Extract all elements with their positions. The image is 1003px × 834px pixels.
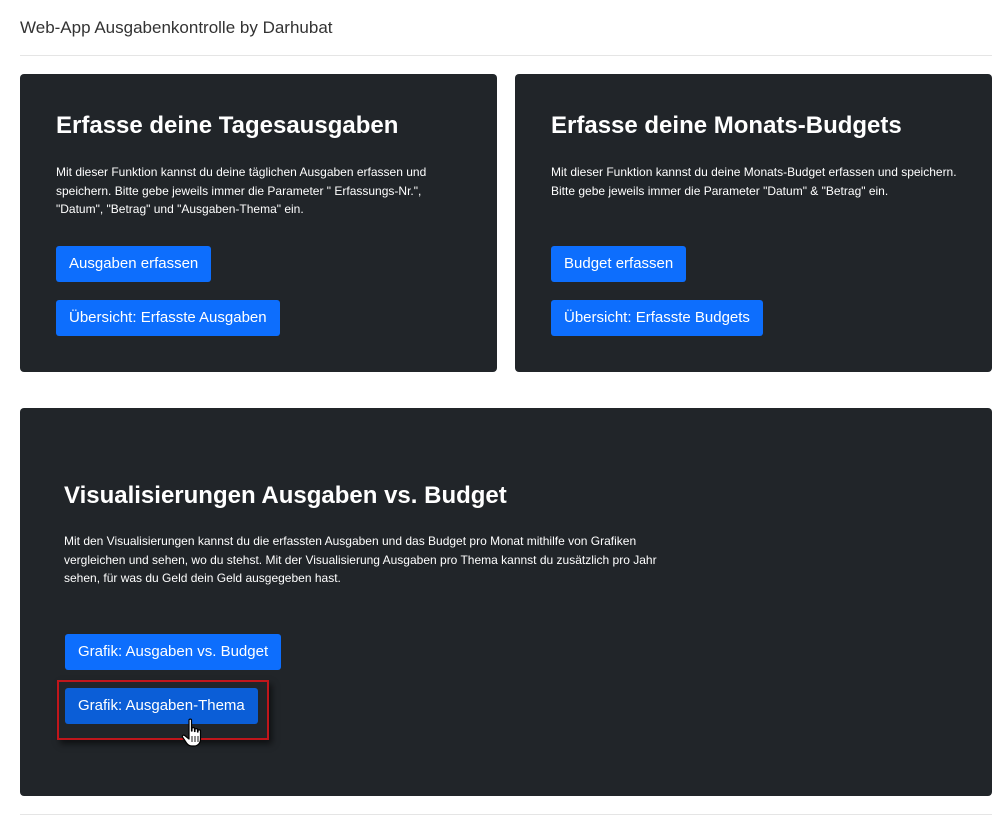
card-budget-text: Mit dieser Funktion kannst du deine Mona… [551, 165, 957, 198]
header-divider [20, 55, 992, 56]
page-title: Web-App Ausgabenkontrolle by Darhubat [20, 18, 333, 37]
card-daily-expenses: Erfasse deine Tagesausgaben Mit dieser F… [20, 74, 497, 372]
chart-expenses-vs-budget-button[interactable]: Grafik: Ausgaben vs. Budget [65, 634, 282, 670]
chart-expenses-topic-button[interactable]: Grafik: Ausgaben-Thema [65, 688, 258, 724]
card-monthly-budgets: Erfasse deine Monats-Budgets Mit dieser … [515, 74, 992, 372]
expenses-overview-button[interactable]: Übersicht: Erfasste Ausgaben [56, 300, 280, 336]
card-visual-title: Visualisierungen Ausgaben vs. Budget [64, 482, 507, 509]
card-daily-title: Erfasse deine Tagesausgaben [56, 112, 399, 139]
add-expenses-button[interactable]: Ausgaben erfassen [56, 246, 212, 282]
budgets-overview-button[interactable]: Übersicht: Erfasste Budgets [551, 300, 763, 336]
card-budget-title: Erfasse deine Monats-Budgets [551, 112, 902, 139]
card-daily-text: Mit dieser Funktion kannst du deine tägl… [56, 165, 427, 216]
hand-pointer-icon [181, 718, 202, 747]
footer-divider [20, 814, 992, 815]
card-visualizations: Visualisierungen Ausgaben vs. Budget Mit… [20, 408, 992, 796]
add-budget-button[interactable]: Budget erfassen [551, 246, 687, 282]
page: Web-App Ausgabenkontrolle by Darhubat Er… [0, 0, 1003, 834]
card-visual-text: Mit den Visualisierungen kannst du die e… [64, 534, 657, 585]
